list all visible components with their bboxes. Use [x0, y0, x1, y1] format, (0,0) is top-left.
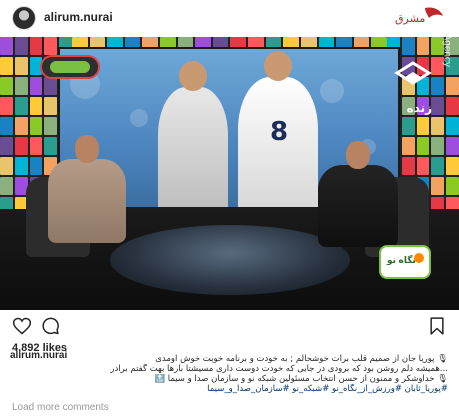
program-logo: نگاه نو [379, 245, 431, 279]
tile [14, 57, 28, 75]
tile [416, 37, 430, 55]
heart-icon[interactable] [12, 316, 32, 336]
tile [44, 37, 58, 55]
tile [29, 157, 43, 175]
tile [0, 157, 13, 175]
tile [401, 137, 415, 155]
tile [401, 117, 415, 135]
tile [44, 137, 58, 155]
tile [431, 97, 445, 115]
tile [14, 137, 28, 155]
live-label: زنده [406, 101, 432, 115]
tile [14, 157, 28, 175]
tile [0, 37, 13, 55]
caption-line: ...همیشه دلم روشن بود که برودی در جایی ک… [110, 364, 448, 374]
tile [401, 37, 415, 55]
host-figure [48, 135, 126, 243]
caption-line: 🎙 خداوشکر و ممنون از حسن انتخاب مسئولین … [154, 374, 448, 384]
tile [401, 157, 415, 175]
tv3-network-logo [40, 55, 100, 79]
tile [416, 157, 430, 175]
username-link[interactable]: alirum.nurai [44, 10, 113, 24]
brand-logo-icon: مشرق [395, 7, 443, 25]
program-logo-text: نگاه نو [387, 255, 416, 265]
tile [0, 137, 13, 155]
tile [14, 117, 28, 135]
player-figure [158, 61, 228, 207]
player-figure: 8 [238, 51, 318, 207]
tile [0, 117, 13, 135]
comment-icon[interactable] [40, 316, 60, 336]
load-more-comments-link[interactable]: Load more comments [12, 402, 109, 413]
tile [29, 37, 43, 55]
tile [14, 77, 28, 95]
tile [431, 117, 445, 135]
tile [416, 137, 430, 155]
tile [446, 97, 459, 115]
caption-line: 🎙 پوریا جان از صمیم قلب برات خوشحالم ; ب… [155, 354, 448, 364]
tile [446, 157, 459, 175]
guest-figure [318, 141, 398, 247]
tile [446, 77, 459, 95]
post-actions [0, 312, 459, 340]
tile [431, 137, 445, 155]
tile [0, 77, 13, 95]
brand-logo-text: مشرق [395, 12, 425, 25]
tile [29, 77, 43, 95]
tile [446, 137, 459, 155]
shirt-number: 8 [270, 117, 289, 147]
tile [446, 117, 459, 135]
tile [431, 177, 445, 195]
tile [14, 37, 28, 55]
glass-desk [110, 225, 350, 295]
tile [446, 177, 459, 195]
tile [431, 157, 445, 175]
side-watermark: Mizon Online News Agency [442, 37, 453, 67]
post-header: alirum.nurai مشرق [0, 0, 459, 36]
tile [44, 77, 58, 95]
caption-hashtags[interactable]: #پوریا_ثابان #ورزش_از_نگاه_نو #شبکه_نو #… [10, 384, 448, 394]
tile [44, 97, 58, 115]
caption: 🎙 پوریا جان از صمیم قلب برات خوشحالم ; ب… [10, 354, 448, 394]
avatar[interactable] [12, 6, 36, 30]
tile [29, 117, 43, 135]
caption-username[interactable]: alirum.nurai [10, 350, 67, 361]
tile [416, 117, 430, 135]
tile [0, 177, 13, 195]
tile [0, 97, 13, 115]
tile [29, 97, 43, 115]
tile [431, 77, 445, 95]
channel-3-icon [394, 61, 432, 85]
tile [0, 57, 13, 75]
post-media[interactable]: 8 زنده Mizon Online News Agency نگاه نو [0, 37, 459, 310]
tile [29, 137, 43, 155]
tile [44, 117, 58, 135]
tile [14, 97, 28, 115]
bookmark-icon[interactable] [427, 316, 447, 336]
